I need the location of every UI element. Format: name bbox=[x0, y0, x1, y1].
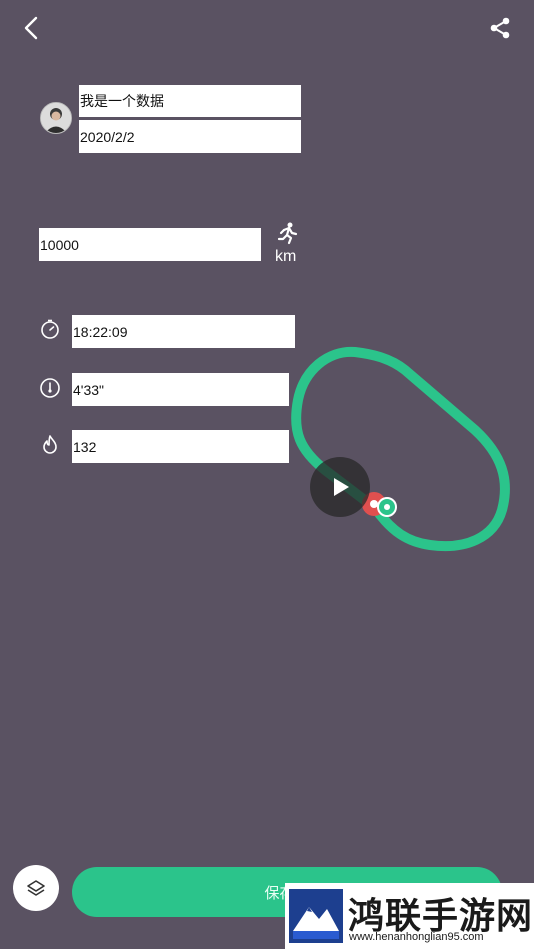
share-button[interactable] bbox=[488, 16, 512, 40]
layers-button[interactable] bbox=[13, 865, 59, 911]
play-button[interactable] bbox=[310, 457, 370, 517]
speedometer-icon bbox=[39, 377, 61, 399]
calories-field[interactable]: 132 bbox=[72, 430, 289, 463]
distance-unit: km bbox=[275, 248, 297, 265]
route-path bbox=[291, 346, 510, 551]
layers-icon bbox=[27, 880, 45, 896]
back-button[interactable] bbox=[18, 14, 46, 42]
watermark-logo bbox=[289, 889, 343, 943]
route-map bbox=[291, 346, 510, 551]
duration-field[interactable]: 18:22:09 bbox=[72, 315, 295, 348]
avatar[interactable] bbox=[40, 102, 72, 134]
profile-date-field[interactable]: 2020/2/2 bbox=[79, 120, 301, 153]
chevron-left-icon bbox=[24, 16, 38, 40]
play-icon bbox=[334, 478, 349, 496]
pace-field[interactable]: 4'33" bbox=[72, 373, 289, 406]
watermark: 鸿联手游网 www.henanhonglian95.com bbox=[285, 883, 534, 949]
watermark-url: www.henanhonglian95.com bbox=[349, 931, 484, 943]
profile-name-field[interactable]: 我是一个数据 bbox=[79, 85, 301, 117]
flame-icon bbox=[39, 434, 61, 456]
share-icon bbox=[490, 17, 510, 39]
stopwatch-icon bbox=[39, 318, 61, 340]
end-marker bbox=[377, 497, 397, 517]
running-icon bbox=[275, 221, 299, 245]
distance-field[interactable]: 10000 bbox=[39, 228, 261, 261]
